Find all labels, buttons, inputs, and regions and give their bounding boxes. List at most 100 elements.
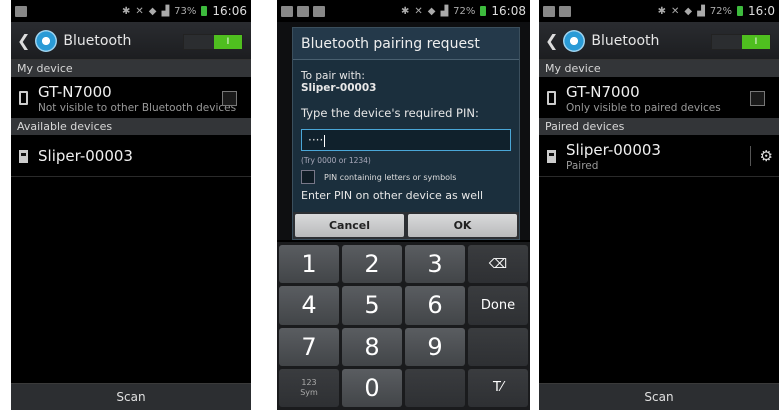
phone-icon (19, 91, 28, 105)
bluetooth-settings-icon (35, 29, 58, 52)
pair-with-label: To pair with: (301, 70, 365, 82)
scan-button[interactable]: Scan (11, 383, 251, 410)
space-key[interactable] (405, 368, 465, 407)
text-caret (324, 134, 326, 147)
available-device-name: Sliper-00003 (38, 147, 133, 165)
done-key[interactable]: Done (468, 286, 528, 325)
bluetooth-status-icon: ✱ (657, 5, 667, 17)
image-icon (559, 5, 571, 17)
backspace-icon: ⌫ (488, 256, 508, 272)
pin-value: ···· (308, 133, 324, 147)
notification-icon (543, 5, 555, 17)
notification-icon (15, 5, 27, 17)
text-mode-key[interactable]: T⁄ (468, 368, 528, 407)
page-title: Bluetooth (591, 32, 660, 49)
device-name: GT-N7000 (566, 82, 640, 101)
section-header-available: Available devices (11, 118, 251, 135)
mute-icon: ✕ (135, 5, 144, 17)
screen-pairing-dialog: ✱ ✕ ◆ ▟ 72% 16:08 Bluetooth pairing requ… (277, 0, 530, 410)
pin-prompt: Type the device's required PIN: (301, 106, 479, 120)
device-icon (547, 149, 556, 163)
key-1[interactable]: 1 (279, 245, 339, 284)
signal-icon: ▟ (161, 5, 170, 17)
pairing-dialog: Bluetooth pairing request To pair with: … (292, 27, 520, 240)
scan-button[interactable]: Scan (539, 383, 779, 410)
status-bar: ✱ ✕ ◆ ▟ 73% 16:06 (11, 0, 251, 22)
pin-letters-checkbox[interactable] (301, 170, 315, 184)
battery-percent: 73% (174, 5, 197, 17)
key-5[interactable]: 5 (342, 286, 402, 325)
key-2[interactable]: 2 (342, 245, 402, 284)
wifi-icon: ◆ (684, 5, 693, 17)
bluetooth-settings-icon (563, 29, 586, 52)
section-header-paired: Paired devices (539, 118, 779, 135)
key-0[interactable]: 0 (342, 368, 402, 407)
cancel-button[interactable]: Cancel (295, 214, 404, 237)
status-time: 16:08 (491, 4, 526, 18)
ok-button[interactable]: OK (408, 214, 517, 237)
dialog-title: Bluetooth pairing request (293, 28, 519, 60)
toggle-knob: I (214, 35, 242, 49)
mute-icon: ✕ (671, 5, 680, 17)
enter-pin-note: Enter PIN on other device as well (301, 189, 484, 202)
battery-icon (737, 6, 744, 16)
status-time: 16:06 (212, 4, 247, 18)
separator (750, 146, 751, 166)
screen-bluetooth-settings-initial: ✱ ✕ ◆ ▟ 73% 16:06 ❮ Bluetooth I My devic… (11, 0, 251, 410)
key-6[interactable]: 6 (405, 286, 465, 325)
key-3[interactable]: 3 (405, 245, 465, 284)
paired-device-name: Sliper-00003 (566, 140, 661, 159)
divider (11, 176, 251, 177)
blank-key (468, 327, 528, 366)
paired-device-row[interactable]: Sliper-00003 Paired ⚙ (539, 136, 779, 176)
pair-device-name: Sliper-00003 (301, 82, 377, 94)
gear-icon[interactable]: ⚙ (760, 147, 773, 165)
device-name: GT-N7000 (38, 82, 112, 101)
sym-key-sublabel: Sym (300, 387, 318, 397)
available-device-row[interactable]: Sliper-00003 (11, 136, 251, 176)
mute-icon: ✕ (414, 5, 423, 17)
toggle-knob: I (742, 35, 770, 49)
paired-status: Paired (566, 159, 599, 172)
visibility-checkbox[interactable] (750, 90, 765, 106)
notification-icon (281, 5, 293, 17)
my-device-row[interactable]: GT-N7000 Not visible to other Bluetooth … (11, 78, 251, 118)
key-8[interactable]: 8 (342, 327, 402, 366)
section-header-my-device: My device (11, 60, 251, 77)
phone-icon (547, 91, 556, 105)
action-bar: ❮ Bluetooth I (11, 22, 251, 60)
visibility-checkbox[interactable] (222, 90, 237, 106)
action-bar: ❮ Bluetooth I (539, 22, 779, 60)
signal-icon: ▟ (697, 5, 705, 17)
back-icon[interactable]: ❮ (545, 31, 558, 50)
sym-key[interactable]: 123 Sym (279, 368, 339, 407)
wifi-icon: ◆ (427, 5, 436, 17)
key-4[interactable]: 4 (279, 286, 339, 325)
backspace-key[interactable]: ⌫ (468, 245, 528, 284)
back-icon[interactable]: ❮ (17, 31, 30, 50)
device-visibility: Only visible to paired devices (566, 101, 721, 114)
battery-percent: 72% (453, 5, 476, 17)
device-visibility: Not visible to other Bluetooth devices (38, 101, 237, 114)
key-7[interactable]: 7 (279, 327, 339, 366)
pin-hint: (Try 0000 or 1234) (301, 156, 371, 165)
status-bar: ✱ ✕ ◆ ▟ 72% 16:0 (539, 0, 779, 22)
battery-percent: 72% (709, 5, 733, 17)
status-bar: ✱ ✕ ◆ ▟ 72% 16:08 (277, 0, 530, 22)
my-device-row[interactable]: GT-N7000 Only visible to paired devices (539, 78, 779, 118)
image-icon (313, 5, 325, 17)
sym-key-label: 123 (301, 377, 317, 387)
bluetooth-status-icon: ✱ (121, 5, 131, 17)
dialog-buttons: Cancel OK (293, 212, 519, 239)
device-icon (19, 149, 28, 163)
notification-icon (297, 5, 309, 17)
battery-icon (480, 6, 487, 16)
bluetooth-toggle[interactable]: I (183, 34, 243, 50)
page-title: Bluetooth (63, 32, 132, 49)
pin-input[interactable]: ···· (301, 129, 511, 151)
signal-icon: ▟ (440, 5, 449, 17)
key-9[interactable]: 9 (405, 327, 465, 366)
section-header-my-device: My device (539, 60, 779, 77)
bluetooth-toggle[interactable]: I (711, 34, 771, 50)
status-time: 16:0 (748, 4, 775, 18)
